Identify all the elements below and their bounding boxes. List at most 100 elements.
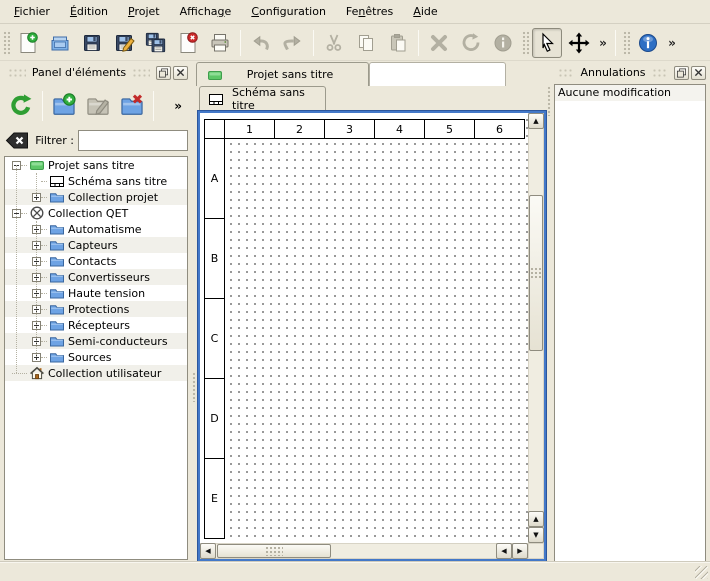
element-panel-title: Panel d'éléments (30, 66, 128, 79)
tree-item-capteurs[interactable]: Capteurs (5, 237, 187, 253)
undo-history-list[interactable]: Aucune modification (554, 84, 706, 562)
move-tool-icon (568, 32, 590, 54)
float-panel-button[interactable] (674, 66, 689, 80)
tree-item-label: Haute tension (68, 287, 145, 300)
scroll-up-button-2[interactable]: ▲ (528, 511, 544, 527)
edit-element-button (82, 90, 114, 122)
element-panel-toolbar: » (4, 86, 188, 126)
menu-affichage[interactable]: Affichage (170, 2, 242, 21)
tree-item-label: Automatisme (68, 223, 142, 236)
menu-fenetres[interactable]: Fenêtres (336, 2, 403, 21)
menu-aide[interactable]: Aide (403, 2, 447, 21)
scroll-left-button-2[interactable]: ◀ (496, 543, 512, 559)
tree-item-semi-conducteurs[interactable]: Semi-conducteurs (5, 333, 187, 349)
float-panel-button[interactable] (156, 66, 171, 80)
tab-schema[interactable]: Schéma sans titre (199, 86, 326, 111)
tab-project[interactable]: Projet sans titre (196, 62, 369, 86)
tree-item-label: Projet sans titre (48, 159, 135, 172)
undo-button (246, 28, 276, 58)
tree-item-collection-utilisateur[interactable]: Collection utilisateur (5, 365, 187, 381)
print-button[interactable] (205, 28, 235, 58)
dock-texture (132, 68, 150, 77)
new-element-button[interactable] (48, 90, 80, 122)
print-icon (209, 32, 231, 54)
scroll-up-button[interactable]: ▲ (528, 113, 544, 129)
menu-edition[interactable]: Édition (60, 2, 118, 21)
about-info-button[interactable] (633, 28, 663, 58)
horizontal-scrollbar[interactable]: ◀ ◀ ▶ (200, 543, 528, 559)
clear-filter-icon (5, 132, 29, 149)
qelectrotech-window: FichierÉditionProjetAffichageConfigurati… (0, 0, 710, 581)
toolbar-overflow-button[interactable]: » (664, 30, 680, 56)
resize-grip[interactable] (695, 566, 708, 579)
right-splitter-handle[interactable] (547, 86, 551, 116)
float-icon (675, 67, 688, 79)
clear-filter-button[interactable] (4, 130, 29, 150)
undo-list-item[interactable]: Aucune modification (555, 85, 705, 101)
open-document-icon (49, 32, 71, 54)
tree-item-projet-sans-titre[interactable]: Projet sans titre (5, 157, 187, 173)
tree-guide-line (16, 165, 17, 373)
grid-column-header-1: 1 (224, 119, 275, 139)
rotate-button (456, 28, 486, 58)
new-element-icon (51, 93, 77, 119)
save-icon (81, 32, 103, 54)
tree-item-collection-qet[interactable]: Collection QET (5, 205, 187, 221)
select-tool-button[interactable] (532, 28, 562, 58)
grid-column-header-3: 3 (324, 119, 375, 139)
folder-icon (49, 253, 65, 269)
vertical-scroll-thumb[interactable] (529, 195, 543, 351)
menu-fichier[interactable]: Fichier (4, 2, 60, 21)
new-document-button[interactable] (13, 28, 43, 58)
delete-icon (428, 32, 450, 54)
tree-item-schema-sans-titre[interactable]: Schéma sans titre (5, 173, 187, 189)
folder-icon (49, 285, 65, 301)
about-info-icon (637, 32, 659, 54)
select-tool-icon (536, 32, 558, 54)
close-document-button[interactable] (173, 28, 203, 58)
toolbar-separator (615, 30, 616, 56)
open-document-button[interactable] (45, 28, 75, 58)
vertical-scrollbar[interactable]: ▲ ▲ ▼ (528, 113, 544, 543)
panel-toolbar-overflow-button[interactable]: » (174, 99, 182, 113)
tree-item-convertisseurs[interactable]: Convertisseurs (5, 269, 187, 285)
tree-item-recepteurs[interactable]: Récepteurs (5, 317, 187, 333)
tree-item-protections[interactable]: Protections (5, 301, 187, 317)
save-as-icon (113, 32, 135, 54)
move-tool-button[interactable] (564, 28, 594, 58)
tree-item-sources[interactable]: Sources (5, 349, 187, 365)
tree-item-automatisme[interactable]: Automatisme (5, 221, 187, 237)
close-panel-button[interactable] (173, 66, 188, 80)
grid-row-header-D: D (204, 378, 225, 459)
toolbar-handle[interactable] (521, 30, 529, 56)
close-icon (693, 67, 704, 78)
toolbar-handle[interactable] (622, 30, 630, 56)
scroll-down-button[interactable]: ▼ (528, 527, 544, 543)
tree-item-collection-projet[interactable]: Collection projet (5, 189, 187, 205)
tree-item-haute-tension[interactable]: Haute tension (5, 285, 187, 301)
delete-element-button[interactable] (116, 90, 148, 122)
reload-collections-icon (8, 93, 34, 119)
scroll-right-button[interactable]: ▶ (512, 543, 528, 559)
filter-input[interactable] (78, 130, 188, 151)
close-panel-button[interactable] (691, 66, 706, 80)
save-as-button[interactable] (109, 28, 139, 58)
menu-projet[interactable]: Projet (118, 2, 170, 21)
scroll-left-button[interactable]: ◀ (200, 543, 216, 559)
left-splitter-handle[interactable] (192, 372, 196, 402)
tree-item-contacts[interactable]: Contacts (5, 253, 187, 269)
grid-column-header-6: 6 (474, 119, 525, 139)
save-button[interactable] (77, 28, 107, 58)
save-all-button[interactable] (141, 28, 171, 58)
cut-icon (323, 32, 345, 54)
reload-collections-button[interactable] (5, 90, 37, 122)
horizontal-scroll-thumb[interactable] (217, 544, 331, 558)
toolbar-overflow-button[interactable]: » (595, 30, 611, 56)
redo-icon (282, 32, 304, 54)
menu-configuration[interactable]: Configuration (241, 2, 336, 21)
toolbar-separator (418, 30, 419, 56)
undo-panel-title: Annulations (578, 66, 647, 79)
toolbar-handle[interactable] (2, 30, 10, 56)
new-document-icon (17, 32, 39, 54)
schema-canvas[interactable]: 123456ABCDE (200, 113, 528, 543)
